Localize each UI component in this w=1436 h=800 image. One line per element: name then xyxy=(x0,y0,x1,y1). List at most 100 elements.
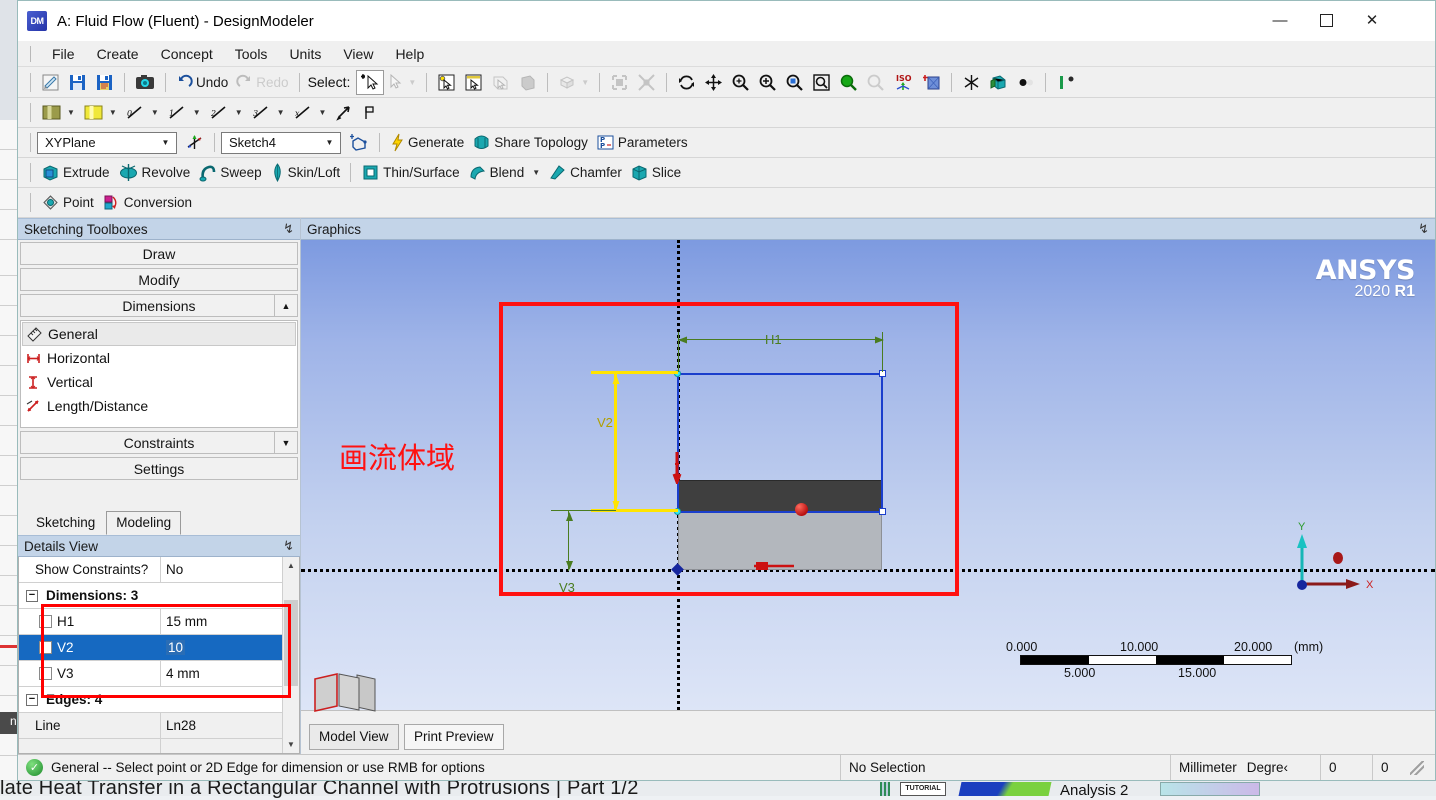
menu-units[interactable]: Units xyxy=(278,44,332,64)
zoom-window-icon[interactable] xyxy=(808,70,835,95)
edge-display-x-icon[interactable]: x ▼ xyxy=(289,100,331,125)
accordion-modify[interactable]: Modify xyxy=(20,268,298,291)
dim-v2-line[interactable] xyxy=(614,373,617,512)
edge-display-3-icon[interactable]: 3 ▼ xyxy=(247,100,289,125)
thicken-annotation-icon[interactable] xyxy=(330,100,356,125)
tab-print-preview[interactable]: Print Preview xyxy=(404,724,504,750)
dimension-tool-general[interactable]: General xyxy=(22,322,296,346)
menu-tools[interactable]: Tools xyxy=(224,44,279,64)
maximize-icon[interactable] xyxy=(1303,1,1349,39)
dimension-tool-horizontal[interactable]: Horizontal xyxy=(22,346,296,370)
accordion-draw[interactable]: Draw xyxy=(20,242,298,265)
coordinate-triad[interactable]: Y X xyxy=(1290,518,1380,598)
new-icon[interactable] xyxy=(37,70,64,95)
sketch-line-top[interactable] xyxy=(677,373,883,375)
dim-v3-label[interactable]: V3 xyxy=(559,580,575,595)
edge-display-0-icon[interactable]: 0 ▼ xyxy=(121,100,163,125)
dim-h1-label[interactable]: H1 xyxy=(765,332,782,347)
details-row-v2[interactable]: V2 10 xyxy=(19,635,282,661)
conversion-button[interactable]: Conversion xyxy=(98,190,196,215)
dimension-checkbox[interactable] xyxy=(39,615,52,628)
redo-button[interactable]: Redo xyxy=(232,70,292,95)
details-value[interactable]: 15 mm xyxy=(161,609,282,634)
collapse-icon[interactable]: − xyxy=(26,694,38,706)
print-preview-icon[interactable] xyxy=(1052,70,1082,95)
undo-button[interactable]: Undo xyxy=(172,70,232,95)
details-value[interactable]: Ln28 xyxy=(161,713,282,738)
edge-display-1-icon[interactable]: 1 ▼ xyxy=(163,100,205,125)
edge-display-2-icon[interactable]: 2 ▼ xyxy=(205,100,247,125)
sweep-button[interactable]: Sweep xyxy=(194,160,265,185)
menu-create[interactable]: Create xyxy=(86,44,150,64)
flag-icon[interactable] xyxy=(356,100,382,125)
details-row-partial[interactable] xyxy=(19,739,282,754)
tab-sketching[interactable]: Sketching xyxy=(26,511,105,535)
details-value[interactable]: No xyxy=(161,557,282,582)
tab-model-view[interactable]: Model View xyxy=(309,724,399,750)
details-section-dimensions[interactable]: − Dimensions: 3 xyxy=(19,583,282,609)
graphics-viewport[interactable]: ANSYS 2020 R1 画流体域 xyxy=(301,240,1435,710)
pin-icon[interactable]: ↯ xyxy=(1418,221,1429,237)
chevron-down-icon[interactable]: ▼ xyxy=(274,431,298,454)
box-zoom-icon[interactable] xyxy=(754,70,781,95)
dimension-checkbox[interactable] xyxy=(39,641,52,654)
sketch-selector[interactable]: Sketch4 ▼ xyxy=(221,132,341,154)
rotate-icon[interactable] xyxy=(673,70,700,95)
body-display-yellow-icon[interactable]: ▼ xyxy=(79,100,121,125)
point-display-icon[interactable] xyxy=(1012,70,1039,95)
tab-modeling[interactable]: Modeling xyxy=(106,511,181,535)
select-body-icon[interactable] xyxy=(514,70,541,95)
zoom-to-fit-icon[interactable] xyxy=(781,70,808,95)
plane-selector[interactable]: XYPlane ▼ xyxy=(37,132,177,154)
pin-icon[interactable]: ↯ xyxy=(283,538,294,554)
accordion-dimensions[interactable]: Dimensions ▲ xyxy=(20,294,298,317)
close-icon[interactable]: ✕ xyxy=(1349,1,1395,39)
pan-icon[interactable] xyxy=(700,70,727,95)
select-filter-icon[interactable]: ▼ xyxy=(554,70,593,95)
thin-surface-button[interactable]: Thin/Surface xyxy=(357,160,464,185)
resize-grip-icon[interactable] xyxy=(1410,761,1424,775)
share-topology-button[interactable]: Share Topology xyxy=(468,130,592,155)
magnifier-window-icon[interactable] xyxy=(958,70,985,95)
scrollbar-thumb[interactable] xyxy=(284,600,298,686)
details-row-h1[interactable]: H1 15 mm xyxy=(19,609,282,635)
pin-icon[interactable]: ↯ xyxy=(283,221,294,237)
display-model-icon[interactable] xyxy=(985,70,1012,95)
select-edge-icon[interactable] xyxy=(460,70,487,95)
dim-v2-label[interactable]: V2 xyxy=(597,415,613,430)
chevron-up-icon[interactable]: ▲ xyxy=(274,294,298,317)
menu-help[interactable]: Help xyxy=(384,44,435,64)
extend-selection-icon[interactable] xyxy=(606,70,633,95)
accordion-constraints[interactable]: Constraints ▼ xyxy=(20,431,298,454)
details-value[interactable]: 4 mm xyxy=(161,661,282,686)
zoom-icon[interactable] xyxy=(727,70,754,95)
chamfer-button[interactable]: Chamfer xyxy=(544,160,626,185)
revolve-button[interactable]: Revolve xyxy=(114,160,195,185)
slice-button[interactable]: Slice xyxy=(626,160,685,185)
dimension-value-input[interactable]: 10 xyxy=(166,640,185,655)
details-row-show-constraints[interactable]: Show Constraints? No xyxy=(19,557,282,583)
select-face-icon[interactable] xyxy=(487,70,514,95)
iso-view-icon[interactable]: ISO xyxy=(889,70,918,95)
minimize-icon[interactable]: — xyxy=(1257,1,1303,39)
sketch-point-bottom-right[interactable] xyxy=(879,508,886,515)
scroll-down-icon[interactable]: ▼ xyxy=(283,736,299,753)
skin-loft-button[interactable]: Skin/Loft xyxy=(266,160,345,185)
select-new-icon[interactable] xyxy=(356,70,384,95)
menu-file[interactable]: File xyxy=(41,44,86,64)
look-at-icon[interactable] xyxy=(918,70,945,95)
blend-button[interactable]: Blend ▼ xyxy=(464,160,544,185)
body-display-olive-icon[interactable]: ▼ xyxy=(37,100,79,125)
sketch-line-bottom[interactable] xyxy=(677,511,883,513)
scroll-up-icon[interactable]: ▲ xyxy=(283,557,299,574)
menu-concept[interactable]: Concept xyxy=(150,44,224,64)
save-icon[interactable] xyxy=(64,70,91,95)
zoom-out-icon[interactable] xyxy=(862,70,889,95)
extrude-button[interactable]: Extrude xyxy=(37,160,114,185)
parameters-button[interactable]: PP Parameters xyxy=(592,130,692,155)
details-row-line[interactable]: Line Ln28 xyxy=(19,713,282,739)
collapse-icon[interactable]: − xyxy=(26,590,38,602)
select-add-icon[interactable]: ▼ xyxy=(384,70,420,95)
save-as-icon[interactable] xyxy=(91,70,118,95)
generate-button[interactable]: Generate xyxy=(386,130,468,155)
